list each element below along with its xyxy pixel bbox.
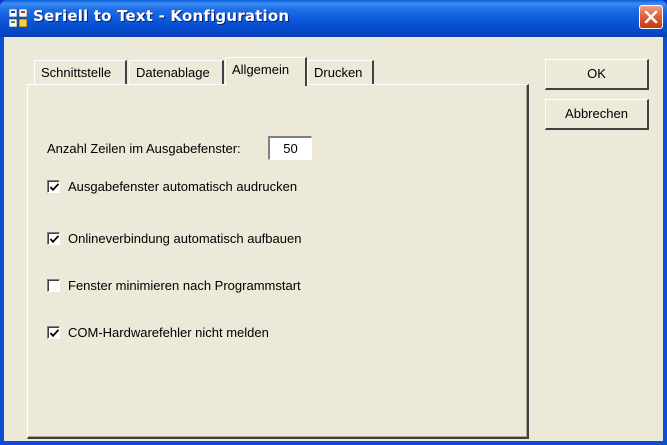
checkbox-suppress-com-errors[interactable] <box>47 326 60 339</box>
tab-allgemein[interactable]: Allgemein <box>225 57 307 86</box>
title-bar[interactable]: Seriell to Text - Konfiguration <box>0 0 667 37</box>
tab-label: Allgemein <box>232 62 290 77</box>
window-frame-right <box>663 37 667 445</box>
tab-drucken[interactable]: Drucken <box>307 60 374 84</box>
tab-label: Drucken <box>314 65 363 80</box>
checkbox-minimize-on-start-label[interactable]: Fenster minimieren nach Programmstart <box>68 278 301 293</box>
app-icon <box>8 8 28 28</box>
close-button[interactable] <box>639 5 663 29</box>
window-title: Seriell to Text - Konfiguration <box>33 7 290 25</box>
checkmark-icon <box>49 329 60 338</box>
checkbox-auto-connect[interactable] <box>47 232 60 245</box>
close-icon <box>644 10 658 24</box>
dialog-window: Seriell to Text - Konfiguration Schnitts… <box>0 0 667 445</box>
checkbox-auto-print[interactable] <box>47 180 60 193</box>
window-frame-bottom <box>0 441 667 445</box>
checkbox-auto-print-label[interactable]: Ausgabefenster automatisch audrucken <box>68 179 297 194</box>
tab-schnittstelle[interactable]: Schnittstelle <box>34 60 127 84</box>
lines-label: Anzahl Zeilen im Ausgabefenster: <box>47 141 241 156</box>
tab-label: Schnittstelle <box>41 65 112 80</box>
checkmark-icon <box>49 235 60 244</box>
ok-button[interactable]: OK <box>545 59 649 90</box>
tab-datenablage[interactable]: Datenablage <box>129 60 224 84</box>
checkbox-suppress-com-errors-label[interactable]: COM-Hardwarefehler nicht melden <box>68 325 269 340</box>
lines-count-input[interactable]: 50 <box>268 136 312 160</box>
checkmark-icon <box>49 183 60 192</box>
cancel-button[interactable]: Abbrechen <box>545 99 649 130</box>
tab-label: Datenablage <box>136 65 210 80</box>
checkbox-minimize-on-start[interactable] <box>47 279 60 292</box>
checkbox-auto-connect-label[interactable]: Onlineverbindung automatisch aufbauen <box>68 231 301 246</box>
